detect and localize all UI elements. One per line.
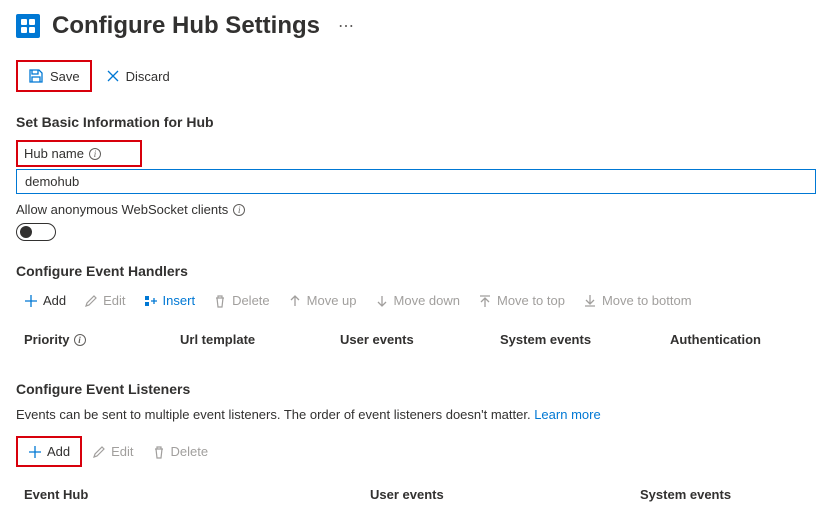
listeners-toolbar: Add Edit Delete — [16, 436, 816, 467]
page-header: Configure Hub Settings ⋯ — [16, 12, 816, 40]
allow-anon-toggle[interactable] — [16, 223, 56, 241]
listeners-hint: Events can be sent to multiple event lis… — [16, 407, 816, 422]
listeners-columns: Event Hub User events System events — [16, 481, 816, 514]
save-button[interactable]: Save — [20, 64, 88, 88]
handlers-section-title: Configure Event Handlers — [16, 263, 816, 279]
trash-icon — [213, 294, 227, 308]
info-icon[interactable]: i — [74, 334, 86, 346]
top-action-bar: Save Discard — [16, 60, 816, 92]
arrow-up-icon — [288, 294, 302, 308]
hub-name-label: Hub name i — [24, 146, 134, 161]
info-icon[interactable]: i — [233, 204, 245, 216]
col-user-events: User events — [340, 332, 500, 347]
insert-handler-button[interactable]: Insert — [136, 289, 204, 312]
discard-label: Discard — [126, 69, 170, 84]
move-down-button[interactable]: Move down — [367, 289, 468, 312]
col-user-events: User events — [370, 487, 640, 502]
move-top-button[interactable]: Move to top — [470, 289, 573, 312]
trash-icon — [152, 445, 166, 459]
save-highlight: Save — [16, 60, 92, 92]
col-event-hub: Event Hub — [24, 487, 370, 502]
pencil-icon — [84, 294, 98, 308]
listeners-section-title: Configure Event Listeners — [16, 381, 816, 397]
discard-button[interactable]: Discard — [98, 65, 178, 88]
more-icon[interactable]: ⋯ — [338, 16, 354, 36]
pencil-icon — [92, 445, 106, 459]
handlers-toolbar: Add Edit Insert Delete Move up Move down… — [16, 289, 816, 312]
move-up-button[interactable]: Move up — [280, 289, 365, 312]
allow-anon-label: Allow anonymous WebSocket clients i — [16, 202, 816, 217]
save-label: Save — [50, 69, 80, 84]
page-title: Configure Hub Settings — [52, 12, 320, 40]
col-system-events: System events — [500, 332, 670, 347]
event-handlers-section: Configure Event Handlers Add Edit Insert… — [16, 263, 816, 359]
close-icon — [106, 69, 120, 83]
hub-name-highlight: Hub name i — [16, 140, 142, 167]
edit-listener-button[interactable]: Edit — [84, 440, 141, 463]
delete-handler-button[interactable]: Delete — [205, 289, 278, 312]
basic-info-section: Set Basic Information for Hub Hub name i… — [16, 114, 816, 241]
info-icon[interactable]: i — [89, 148, 101, 160]
col-auth: Authentication — [670, 332, 761, 347]
arrow-top-icon — [478, 294, 492, 308]
plus-icon — [28, 445, 42, 459]
handlers-columns: Priorityi Url template User events Syste… — [16, 326, 816, 359]
move-bottom-button[interactable]: Move to bottom — [575, 289, 700, 312]
add-listener-highlight: Add — [16, 436, 82, 467]
plus-icon — [24, 294, 38, 308]
col-priority: Priorityi — [24, 332, 180, 347]
arrow-down-icon — [375, 294, 389, 308]
add-handler-button[interactable]: Add — [16, 289, 74, 312]
basic-section-title: Set Basic Information for Hub — [16, 114, 816, 130]
hub-app-icon — [16, 14, 40, 38]
delete-listener-button[interactable]: Delete — [144, 440, 217, 463]
hub-name-input[interactable] — [16, 169, 816, 194]
col-system-events: System events — [640, 487, 731, 502]
save-icon — [28, 68, 44, 84]
event-listeners-section: Configure Event Listeners Events can be … — [16, 381, 816, 514]
col-url: Url template — [180, 332, 340, 347]
learn-more-link[interactable]: Learn more — [534, 407, 600, 422]
add-listener-button[interactable]: Add — [20, 440, 78, 463]
arrow-bottom-icon — [583, 294, 597, 308]
edit-handler-button[interactable]: Edit — [76, 289, 133, 312]
insert-icon — [144, 294, 158, 308]
